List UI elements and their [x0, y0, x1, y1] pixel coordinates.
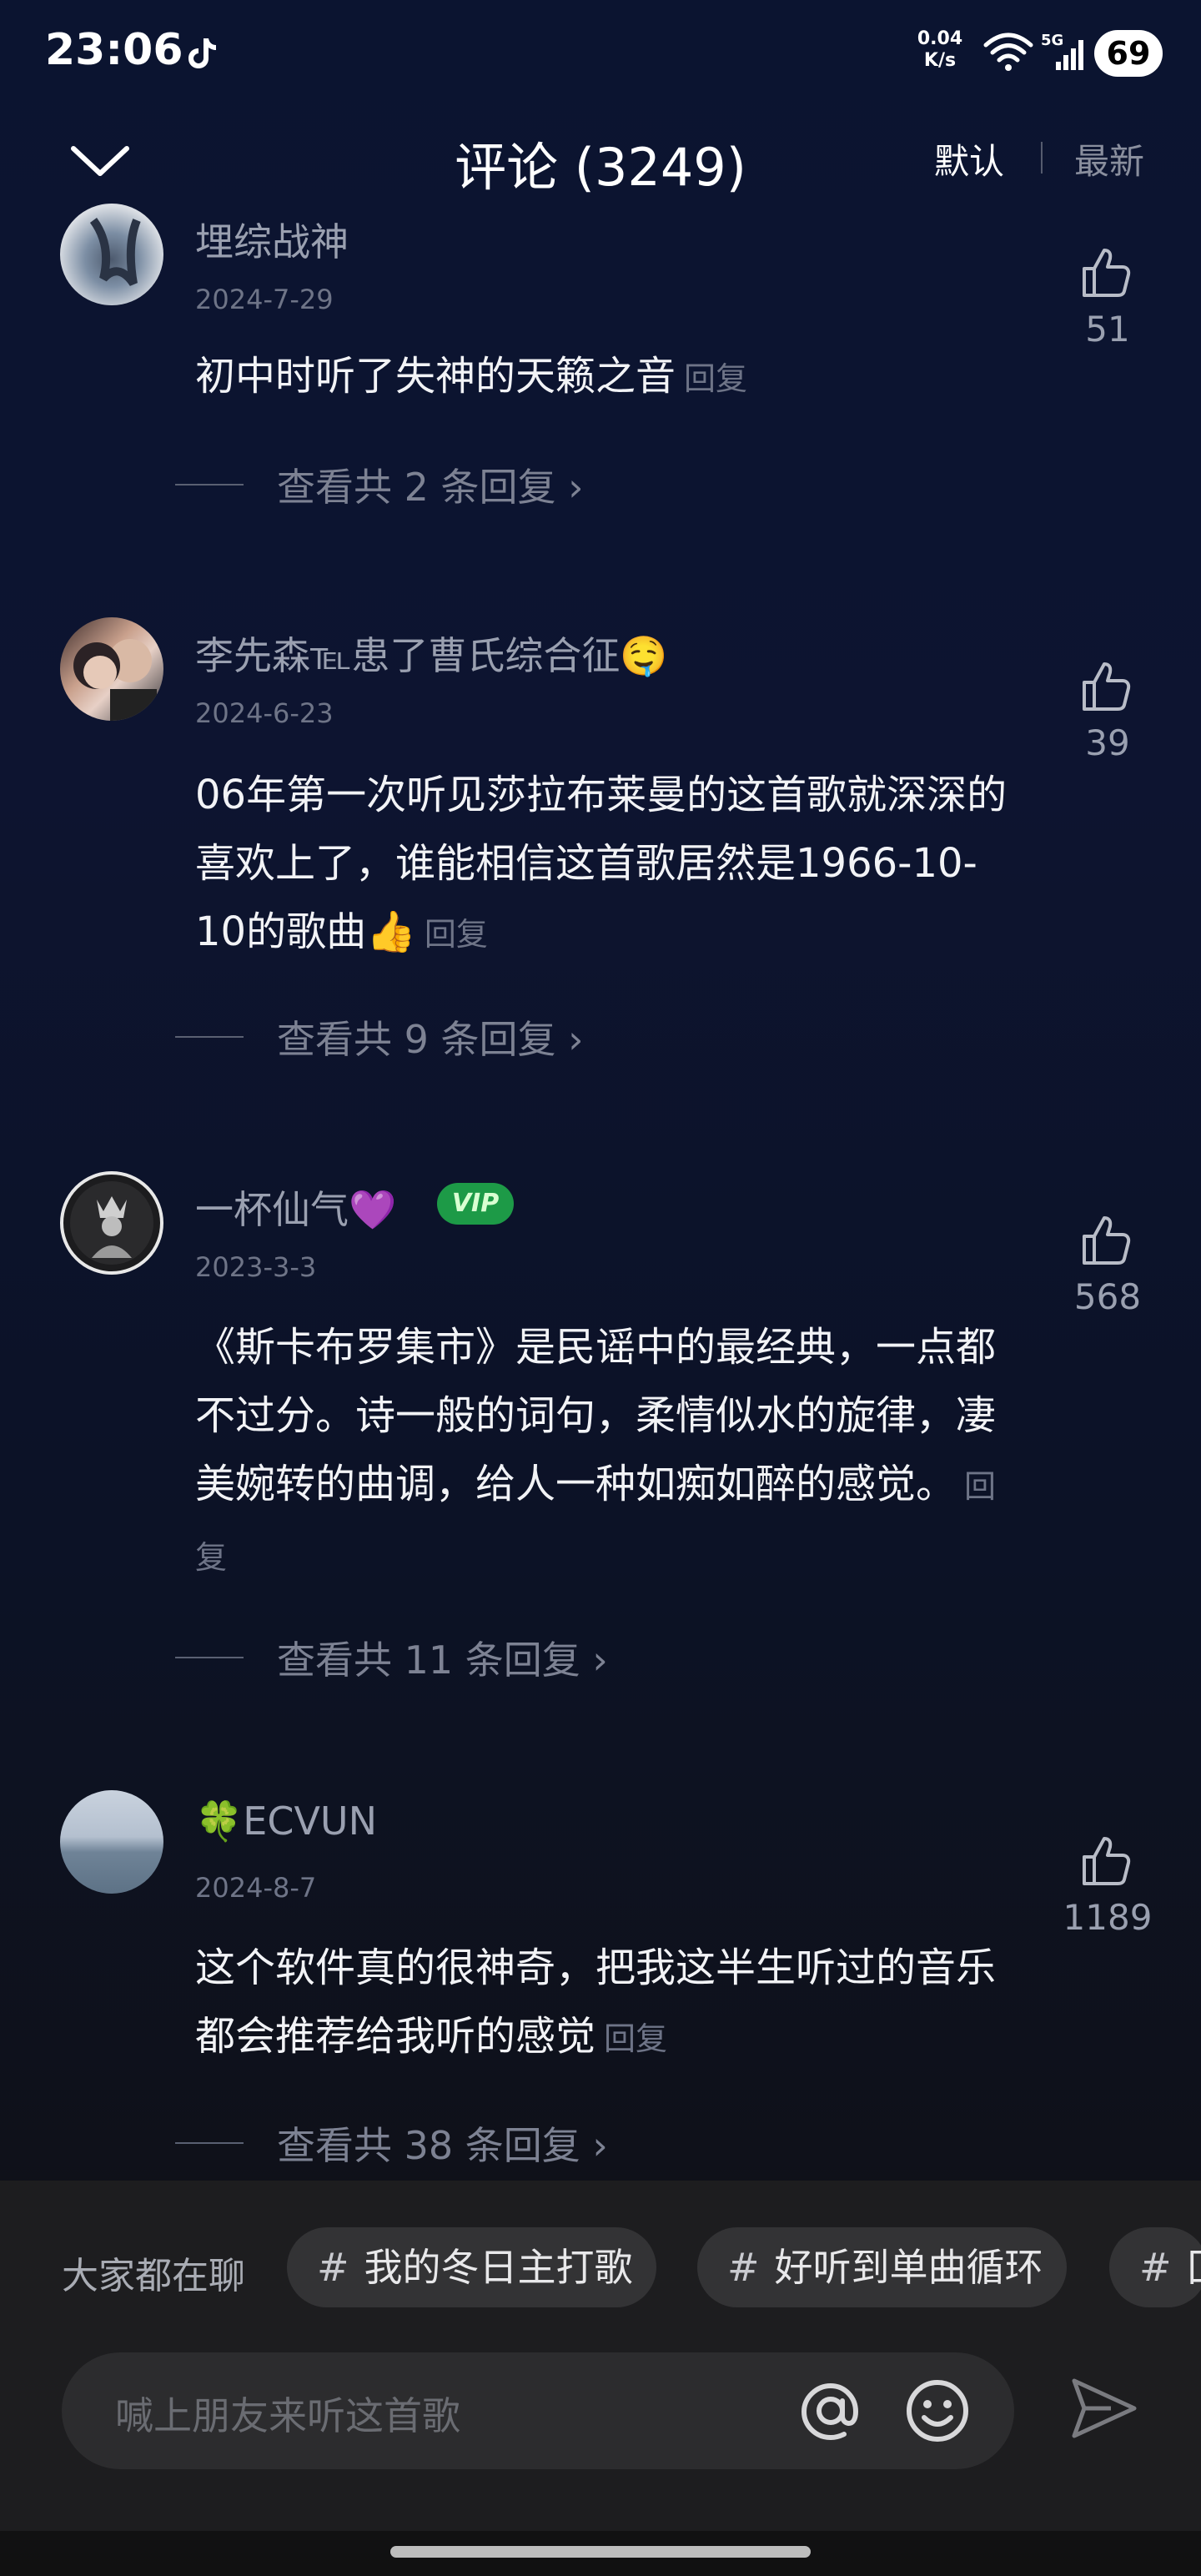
at-mention-icon[interactable]	[796, 2376, 866, 2446]
net-speed-value: 0.04	[917, 28, 963, 49]
view-replies-button[interactable]: 查看共 2 条回复 ›	[175, 457, 584, 512]
wifi-icon	[983, 33, 1033, 71]
comment-date: 2023-3-3	[195, 1251, 317, 1283]
view-replies-button[interactable]: 查看共 9 条回复 ›	[175, 1009, 584, 1064]
topic-chip[interactable]: # 好听到单曲循环	[697, 2227, 1067, 2307]
thumbs-up-icon[interactable]	[1078, 1832, 1136, 1890]
topic-chip[interactable]: # 我的冬日主打歌	[287, 2227, 656, 2307]
view-replies-button[interactable]: 查看共 38 条回复 ›	[175, 2116, 608, 2171]
page-title: 评论 (3249)	[455, 137, 746, 198]
topic-chip[interactable]: #囗	[1109, 2227, 1201, 2307]
sort-divider	[1041, 142, 1043, 174]
comment-username[interactable]: 李先森℡患了曹氏综合征🤤	[195, 626, 668, 681]
comments-screen: 23:06 0.04 K/s 5G 69 评论 (3249) 默认 最新 埋综战…	[0, 0, 1201, 2576]
emoji-icon[interactable]	[902, 2376, 972, 2446]
view-replies-label: 查看共 9 条回复 ›	[277, 1017, 584, 1062]
reply-link[interactable]: 回复	[684, 360, 747, 397]
view-replies-label: 查看共 38 条回复 ›	[277, 2123, 608, 2168]
topic-chip-label: 我的冬日主打歌	[364, 2245, 633, 2290]
comment-text: 06年第一次听见莎拉布莱曼的这首歌就深深的喜欢上了，谁能相信这首歌居然是1966…	[195, 772, 1008, 955]
comment-text: 初中时听了失神的天籁之音	[195, 353, 676, 400]
like-count: 51	[1085, 309, 1130, 350]
avatar[interactable]	[60, 1171, 163, 1275]
vip-badge: VIP	[437, 1183, 514, 1225]
comment-text: 这个软件真的很神奇，把我这半生听过的音乐都会推荐给我听的感觉	[195, 1945, 997, 2060]
signal-5g-icon: 5G	[1041, 32, 1083, 70]
comment-content: 初中时听了失神的天籁之音 回复	[195, 342, 1013, 413]
avatar[interactable]	[60, 617, 163, 721]
svg-text:5G: 5G	[1041, 32, 1063, 49]
topic-chip-label: 好听到单曲循环	[774, 2245, 1043, 2290]
thumbs-up-icon[interactable]	[1078, 657, 1136, 716]
view-replies-button[interactable]: 查看共 11 条回复 ›	[175, 1630, 608, 1685]
thumbs-up-icon[interactable]	[1078, 1211, 1136, 1270]
view-replies-label: 查看共 11 条回复 ›	[277, 1638, 608, 1683]
comment-date: 2024-7-29	[195, 284, 334, 315]
comment-text: 《斯卡布罗集市》是民谣中的最经典，一点都不过分。诗一般的词句，柔情似水的旋律，凄…	[195, 1324, 997, 1507]
reply-link[interactable]: 回复	[604, 2020, 667, 2057]
avatar[interactable]	[60, 204, 163, 305]
avatar[interactable]	[60, 1790, 163, 1894]
like-count: 568	[1073, 1276, 1142, 1317]
net-speed: 0.04 K/s	[911, 28, 969, 72]
hashtag-icon: #	[317, 2245, 349, 2290]
comment-username[interactable]: 🍀ECVUN	[195, 1799, 377, 1844]
comment-composer-panel: 大家都在聊 #我的冬日主打歌 #好听到单曲循环 #囗 喊上朋友来听这首歌	[0, 2181, 1201, 2531]
comment-content: 06年第一次听见莎拉布莱曼的这首歌就深深的喜欢上了，谁能相信这首歌居然是1966…	[195, 761, 1013, 969]
like-count: 39	[1085, 722, 1130, 763]
comment-content: 这个软件真的很神奇，把我这半生听过的音乐都会推荐给我听的感觉 回复	[195, 1934, 1013, 2073]
home-indicator[interactable]	[390, 2546, 811, 2558]
status-time: 23:06	[45, 25, 183, 75]
comment-content: 《斯卡布罗集市》是民谣中的最经典，一点都不过分。诗一般的词句，柔情似水的旋律，凄…	[195, 1313, 1013, 1592]
hashtag-icon: #	[1139, 2245, 1172, 2290]
battery-indicator: 69	[1094, 30, 1163, 77]
comment-date: 2024-6-23	[195, 697, 334, 729]
view-replies-label: 查看共 2 条回复 ›	[277, 465, 584, 510]
topic-chip-label: 囗	[1187, 2245, 1201, 2290]
thumbs-up-icon[interactable]	[1078, 244, 1136, 302]
comment-date: 2024-8-7	[195, 1872, 317, 1904]
reply-link[interactable]: 回复	[425, 916, 488, 953]
sort-default-tab[interactable]: 默认	[934, 133, 1004, 184]
trending-topics-label: 大家都在聊	[62, 2255, 245, 2297]
tiktok-icon	[188, 38, 216, 68]
comment-input[interactable]: 喊上朋友来听这首歌	[62, 2352, 1014, 2469]
comment-username[interactable]: 埋综战神	[195, 212, 349, 267]
sort-latest-tab[interactable]: 最新	[1074, 133, 1144, 184]
comments-header: 评论 (3249) 默认 最新	[0, 108, 1201, 209]
net-speed-unit: K/s	[923, 50, 957, 71]
hashtag-icon: #	[727, 2245, 760, 2290]
like-count: 1189	[1063, 1897, 1153, 1938]
status-bar: 23:06 0.04 K/s 5G 69	[0, 0, 1201, 108]
send-icon[interactable]	[1066, 2371, 1141, 2446]
comment-username[interactable]: 一杯仙气💜	[195, 1180, 396, 1235]
comment-input-placeholder: 喊上朋友来听这首歌	[115, 2393, 460, 2438]
